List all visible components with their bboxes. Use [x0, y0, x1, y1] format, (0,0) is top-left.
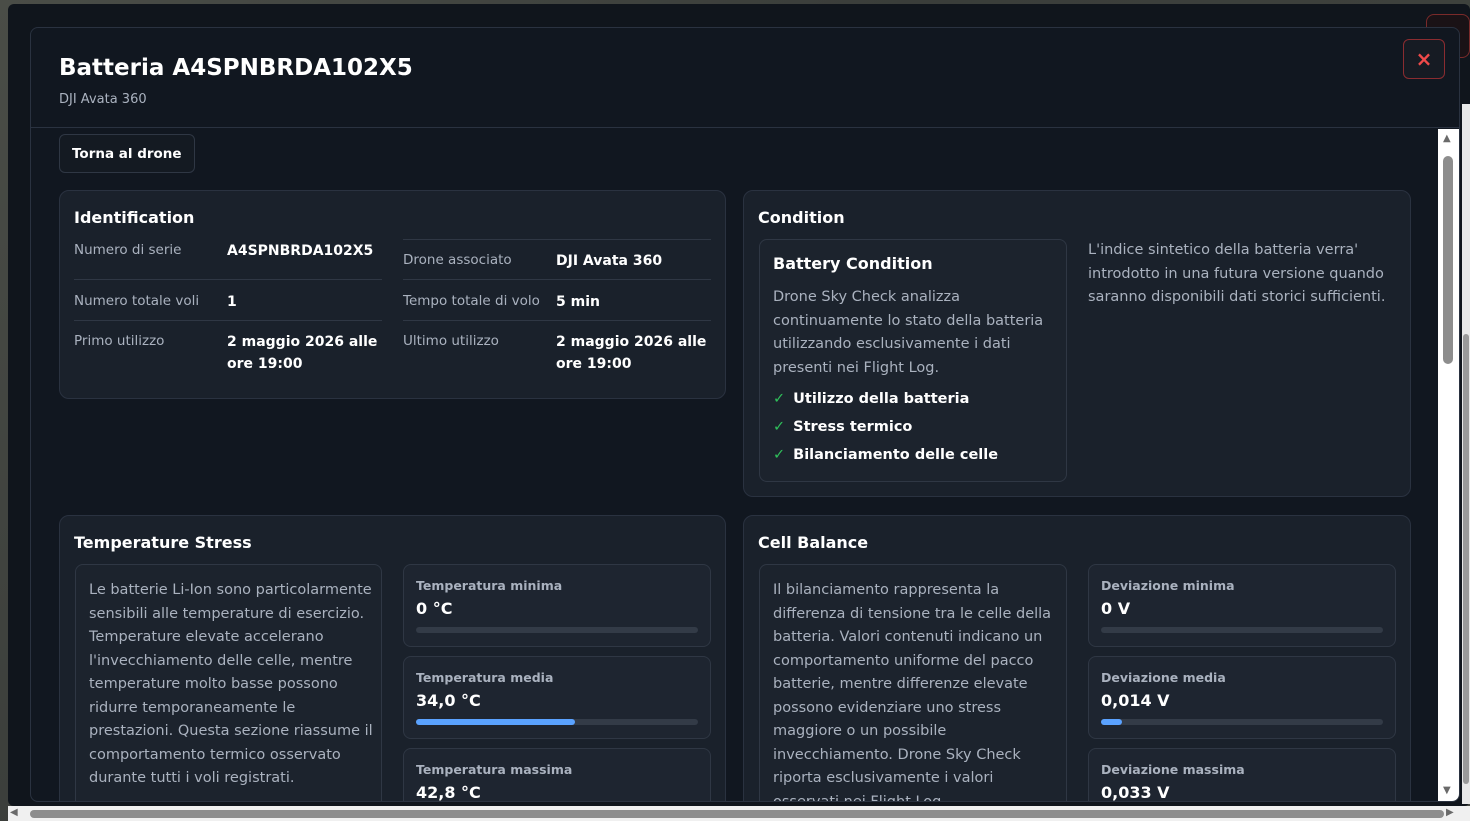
metric-value: 34,0 °C — [416, 691, 481, 710]
temperature-description: Le batterie Li-Ion sono particolarmente … — [89, 582, 373, 786]
dev-max-metric: Deviazione massima 0,033 V — [1088, 748, 1396, 802]
cell-balance-description-box: Il bilanciamento rappresenta la differen… — [759, 564, 1067, 802]
cell-balance-title: Cell Balance — [758, 533, 869, 552]
drone-label: Drone associato — [403, 252, 512, 268]
modal-body: Torna al drone Identification Numero di … — [31, 129, 1437, 802]
temp-avg-metric: Temperatura media 34,0 °C — [403, 656, 711, 739]
metric-label: Deviazione minima — [1101, 578, 1235, 593]
separator — [403, 239, 711, 240]
metric-value: 42,8 °C — [416, 783, 481, 802]
metric-bar — [416, 719, 698, 725]
modal-title: Batteria A4SPNBRDA102X5 — [59, 55, 413, 81]
last-use-value-line1: 2 maggio 2026 alle — [556, 334, 707, 350]
dev-min-metric: Deviazione minima 0 V — [1088, 564, 1396, 647]
metric-bar — [1101, 719, 1383, 725]
horizontal-scrollbar[interactable]: ◀ ▶ — [8, 806, 1470, 821]
metric-value: 0 °C — [416, 599, 453, 618]
metric-label: Deviazione media — [1101, 670, 1226, 685]
metric-value: 0,014 V — [1101, 691, 1170, 710]
cell-balance-card: Cell Balance Il bilanciamento rappresent… — [743, 515, 1411, 802]
battery-condition-title: Battery Condition — [773, 254, 933, 273]
first-use-label: Primo utilizzo — [74, 333, 165, 349]
modal-subtitle: DJI Avata 360 — [59, 92, 147, 107]
condition-description: Drone Sky Check analizza continuamente l… — [773, 289, 1044, 376]
scrollbar-thumb[interactable] — [1443, 156, 1453, 364]
temperature-description-box: Le batterie Li-Ion sono particolarmente … — [75, 564, 382, 801]
temp-min-metric: Temperatura minima 0 °C — [403, 564, 711, 647]
scrollbar-thumb[interactable] — [1463, 334, 1469, 784]
serial-value: A4SPNBRDA102X5 — [227, 243, 374, 259]
metric-label: Temperatura media — [416, 670, 554, 685]
first-use-value-line1: 2 maggio 2026 alle — [227, 334, 378, 350]
total-time-value: 5 min — [556, 294, 600, 310]
close-icon[interactable]: × — [1403, 39, 1445, 79]
condition-title: Condition — [758, 208, 845, 227]
metric-label: Temperatura minima — [416, 578, 563, 593]
total-flights-label: Numero totale voli — [74, 293, 200, 309]
scroll-right-icon[interactable]: ▶ — [1446, 807, 1454, 818]
dev-avg-metric: Deviazione media 0,014 V — [1088, 656, 1396, 739]
first-use-value-line2: ore 19:00 — [227, 356, 303, 372]
total-time-label: Tempo totale di volo — [403, 293, 540, 309]
last-use-value-line2: ore 19:00 — [556, 356, 632, 372]
temp-max-metric: Temperatura massima 42,8 °C — [403, 748, 711, 802]
check-item: ✓ Bilanciamento delle celle — [773, 447, 999, 463]
metric-bar-fill — [1101, 719, 1123, 725]
drone-value: DJI Avata 360 — [556, 253, 663, 269]
battery-modal: Batteria A4SPNBRDA102X5 DJI Avata 360 × … — [30, 27, 1460, 802]
cell-balance-description: Il bilanciamento rappresenta la differen… — [773, 582, 1052, 802]
check-icon: ✓ — [773, 447, 786, 463]
temperature-title: Temperature Stress — [74, 533, 252, 552]
metric-label: Temperatura massima — [416, 762, 573, 777]
metric-bar — [1101, 627, 1383, 633]
separator — [74, 320, 382, 321]
separator — [403, 279, 711, 280]
metric-value: 0 V — [1101, 599, 1131, 618]
separator — [403, 320, 711, 321]
page-vertical-scrollbar[interactable] — [1462, 104, 1470, 804]
separator — [74, 279, 382, 280]
scroll-up-icon[interactable]: ▲ — [1443, 133, 1451, 144]
identification-title: Identification — [74, 208, 195, 227]
condition-card: Condition Battery Condition Drone Sky Ch… — [743, 190, 1411, 497]
serial-label: Numero di serie — [74, 242, 182, 258]
last-use-label: Ultimo utilizzo — [403, 333, 499, 349]
scrollbar-thumb[interactable] — [30, 810, 1444, 818]
back-to-drone-button[interactable]: Torna al drone — [59, 134, 195, 173]
scroll-left-icon[interactable]: ◀ — [10, 807, 18, 818]
condition-note: L'indice sintetico della batteria verra'… — [1088, 242, 1386, 305]
temperature-card: Temperature Stress Le batterie Li-Ion so… — [59, 515, 726, 802]
modal-vertical-scrollbar[interactable]: ▲ ▼ — [1438, 129, 1459, 801]
metric-bar — [416, 627, 698, 633]
metric-value: 0,033 V — [1101, 783, 1170, 802]
scroll-down-icon[interactable]: ▼ — [1443, 785, 1451, 796]
modal-header: Batteria A4SPNBRDA102X5 DJI Avata 360 × — [31, 28, 1459, 128]
metric-bar-fill — [416, 719, 576, 725]
check-item: ✓ Stress termico — [773, 419, 913, 435]
identification-card: Identification Numero di serie A4SPNBRDA… — [59, 190, 726, 399]
battery-condition-box: Battery Condition Drone Sky Check analiz… — [759, 239, 1067, 482]
check-icon: ✓ — [773, 419, 786, 435]
total-flights-value: 1 — [227, 294, 237, 310]
check-icon: ✓ — [773, 391, 786, 407]
metric-label: Deviazione massima — [1101, 762, 1245, 777]
check-item: ✓ Utilizzo della batteria — [773, 391, 970, 407]
